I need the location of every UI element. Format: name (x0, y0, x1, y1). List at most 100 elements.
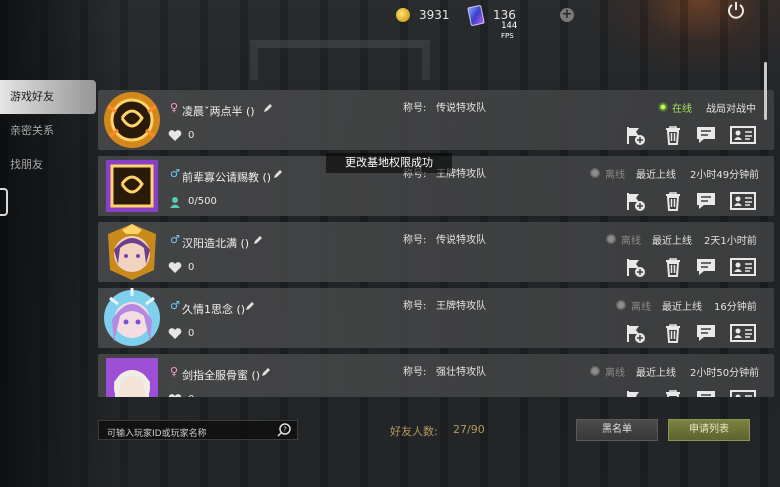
status-text: 离线 (631, 302, 651, 313)
player-name[interactable]: 剑指全服骨蜜 () (182, 367, 260, 383)
invite-flag-icon[interactable] (624, 124, 646, 146)
card-icon (467, 4, 485, 27)
avatar[interactable] (100, 286, 164, 350)
intimacy-value: 0 (188, 328, 195, 339)
invite-flag-icon[interactable] (624, 256, 646, 278)
avatar[interactable] (100, 88, 164, 152)
invite-flag-icon[interactable] (624, 388, 646, 397)
battle-status: 战局对战中 (706, 104, 756, 115)
team-icon (170, 197, 180, 208)
intimacy-value: 0 (188, 394, 194, 397)
friend-tabs: 游戏好友 亲密关系 找朋友 (0, 80, 96, 182)
last-online-time: 2天1小时前 (704, 236, 757, 247)
trash-icon[interactable] (662, 124, 684, 146)
svg-text:?: ? (283, 426, 287, 434)
coin-count: 3931 (419, 8, 450, 22)
profile-card-icon[interactable] (730, 322, 756, 344)
chat-icon[interactable] (695, 190, 717, 212)
edit-icon[interactable] (244, 300, 256, 312)
player-name[interactable]: 前辈寡公请赐教 () (182, 169, 271, 185)
edit-icon[interactable] (260, 366, 272, 378)
tab-find-friends[interactable]: 找朋友 (0, 148, 96, 182)
trash-icon[interactable] (662, 322, 684, 344)
intimacy-value: 0/500 (188, 196, 217, 207)
edit-icon[interactable] (272, 168, 284, 180)
intimacy-value: 0 (188, 130, 195, 141)
trash-icon[interactable] (662, 190, 684, 212)
profile-card-icon[interactable] (730, 124, 756, 146)
invite-flag-icon[interactable] (624, 322, 646, 344)
background-gate (250, 40, 430, 80)
friend-row: ♀ 剑指全服骨蜜 () 称号: 强壮特攻队 离线 最近上线 2小时50分钟前 0 (98, 354, 774, 397)
trash-icon[interactable] (662, 256, 684, 278)
status-text: 离线 (605, 368, 625, 379)
online-status-icon (658, 102, 668, 112)
heart-icon (168, 328, 182, 339)
chat-icon[interactable] (695, 256, 717, 278)
blacklist-button[interactable]: 黑名单 (576, 419, 658, 441)
edit-icon[interactable] (262, 102, 274, 114)
friend-row: ♂ 久情1思念 () 称号: 王牌特攻队 离线 最近上线 16分钟前 0 (98, 288, 774, 348)
offline-status-icon (606, 234, 616, 244)
coin-icon (396, 8, 410, 22)
chat-icon[interactable] (695, 124, 717, 146)
offline-status-icon (590, 168, 600, 178)
player-search-input[interactable] (99, 425, 269, 443)
profile-card-icon[interactable] (730, 256, 756, 278)
last-online-label: 最近上线 (662, 302, 702, 313)
title-label: 称号: (403, 235, 427, 246)
last-online-time: 2小时50分钟前 (690, 368, 760, 379)
tab-game-friends[interactable]: 游戏好友 (0, 80, 96, 114)
offline-status-icon (616, 300, 626, 310)
heart-icon (168, 130, 182, 141)
player-title: 强壮特攻队 (436, 367, 486, 378)
power-icon[interactable] (726, 0, 746, 20)
edit-icon[interactable] (252, 234, 264, 246)
friend-requests-button[interactable]: 申请列表 (668, 419, 750, 441)
trash-icon[interactable] (662, 388, 684, 397)
search-icon[interactable]: ? (276, 422, 292, 438)
status-text: 离线 (605, 170, 625, 181)
profile-card-icon[interactable] (730, 190, 756, 212)
offline-status-icon (590, 366, 600, 376)
fps-label: FPS (501, 32, 514, 40)
heart-icon (168, 394, 182, 397)
chat-icon[interactable] (695, 322, 717, 344)
avatar[interactable] (100, 220, 164, 284)
status-text: 离线 (621, 236, 641, 247)
last-online-label: 最近上线 (636, 170, 676, 181)
last-online-time: 16分钟前 (714, 302, 757, 313)
search-box: ? (98, 420, 298, 443)
chat-icon[interactable] (695, 388, 717, 397)
heart-icon (168, 262, 182, 273)
list-scrollbar[interactable] (764, 62, 767, 120)
title-label: 称号: (403, 103, 427, 114)
top-bar: 3931 136 144 FPS + (0, 0, 780, 40)
player-name[interactable]: 久情1思念 () (182, 301, 245, 317)
female-icon: ♀ (170, 365, 179, 378)
side-panel-handle[interactable] (0, 188, 8, 216)
male-icon: ♂ (170, 167, 180, 180)
player-title: 王牌特攻队 (436, 301, 486, 312)
friend-row: ♀ 凌晨ˇ两点半 () 称号: 传说特攻队 在线 战局对战中 0 (98, 90, 774, 150)
profile-card-icon[interactable] (730, 388, 756, 397)
avatar[interactable] (100, 154, 164, 218)
female-icon: ♀ (170, 101, 179, 114)
toast-message: 更改基地权限成功 (326, 153, 452, 173)
intimacy-value: 0 (188, 262, 195, 273)
fps-value: 144 (501, 21, 518, 31)
friend-list: ♀ 凌晨ˇ两点半 () 称号: 传说特攻队 在线 战局对战中 0 ♂ 前辈寡公请… (96, 86, 780, 397)
last-online-time: 2小时49分钟前 (690, 170, 760, 181)
friend-count: 27/90 (453, 423, 485, 436)
friend-row: ♂ 汉阳造北满 () 称号: 传说特攻队 离线 最近上线 2天1小时前 0 (98, 222, 774, 282)
friend-count-label: 好友人数: (390, 425, 438, 438)
tab-close-relations[interactable]: 亲密关系 (0, 114, 96, 148)
male-icon: ♂ (170, 233, 180, 246)
player-name[interactable]: 凌晨ˇ两点半 () (182, 103, 255, 119)
card-count: 136 (493, 8, 516, 22)
player-name[interactable]: 汉阳造北满 () (182, 235, 249, 251)
player-title: 传说特攻队 (436, 103, 486, 114)
avatar[interactable] (100, 352, 164, 397)
invite-flag-icon[interactable] (624, 190, 646, 212)
add-currency-button[interactable]: + (560, 8, 574, 22)
